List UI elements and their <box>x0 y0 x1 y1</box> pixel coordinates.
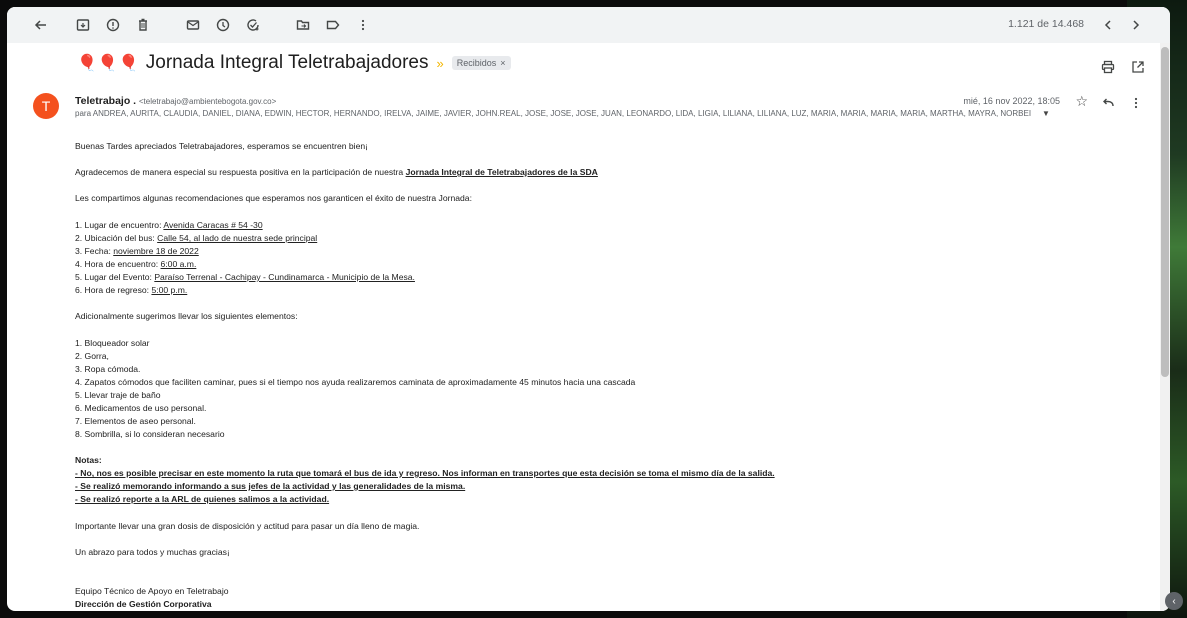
rec-label: 2. Ubicación del bus: <box>75 233 158 243</box>
list-item: 6. Medicamentos de uso personal. <box>75 403 207 413</box>
message-more-icon[interactable] <box>1126 93 1146 113</box>
sender-avatar[interactable]: T <box>33 93 59 119</box>
farewell-text: Un abrazo para todos y muchas gracias¡ <box>75 547 230 557</box>
rec-item: 3. Fecha: noviembre 18 de 2022 <box>75 246 199 256</box>
signature-department: Dirección de Gestión Corporativa <box>75 599 212 609</box>
move-to-icon[interactable] <box>293 15 313 35</box>
rec-label: 5. Lugar del Evento: <box>75 272 155 282</box>
balloons-emoji: 🎈🎈🎈 <box>77 55 140 72</box>
side-panel-toggle-icon[interactable]: ‹ <box>1165 592 1183 610</box>
list-item: 2. Gorra, <box>75 351 109 361</box>
items-intro-text: Adicionalmente sugerimos llevar los sigu… <box>75 311 298 321</box>
rec-item: 6. Hora de regreso: 5:00 p.m. <box>75 285 187 295</box>
pagination-count: 1.121 de 14.468 <box>1008 18 1084 30</box>
rec-label: 3. Fecha: <box>75 246 114 256</box>
list-item: 3. Ropa cómoda. <box>75 364 141 374</box>
open-in-new-window-icon[interactable] <box>1128 57 1148 77</box>
rec-value: noviembre 18 de 2022 <box>113 246 199 256</box>
subject-title: Jornada Integral Teletrabajadores <box>145 52 429 73</box>
mark-unread-icon[interactable] <box>183 15 203 35</box>
next-message-icon[interactable] <box>1126 15 1146 35</box>
recs-intro-text: Les compartimos algunas recomendaciones … <box>75 193 472 203</box>
rec-label: 6. Hora de regreso: <box>75 285 152 295</box>
remove-label-icon[interactable]: × <box>500 58 505 68</box>
notes-title: Notas: <box>75 455 102 465</box>
scrollbar-thumb[interactable] <box>1161 47 1169 377</box>
note-item: - Se realizó reporte a la ARL de quienes… <box>75 494 330 504</box>
sender-name[interactable]: Teletrabajo . <box>75 95 136 107</box>
label-chip-text: Recibidos <box>456 58 497 68</box>
reply-icon[interactable] <box>1098 93 1118 113</box>
labels-icon[interactable] <box>323 15 343 35</box>
message-date: mié, 16 nov 2022, 18:05 <box>963 96 1060 106</box>
archive-icon[interactable] <box>73 15 93 35</box>
more-vert-icon[interactable] <box>353 15 373 35</box>
rec-value: Paraíso Terrenal - Cachipay - Cundinamar… <box>154 272 415 282</box>
rec-label: 4. Hora de encuentro: <box>75 259 161 269</box>
report-spam-icon[interactable] <box>103 15 123 35</box>
rec-item: 4. Hora de encuentro: 6:00 a.m. <box>75 259 196 269</box>
label-chip-recibidos[interactable]: Recibidos × <box>451 56 511 70</box>
subject-row: 🎈🎈🎈 Jornada Integral Teletrabajadores » … <box>77 52 511 74</box>
importance-marker-icon[interactable]: » <box>437 56 444 71</box>
important-text: Importante llevar una gran dosis de disp… <box>75 521 420 531</box>
event-name-link: Jornada Integral de Teletrabajadores de … <box>405 167 598 177</box>
recipients-list: para ANDREA, AURITA, CLAUDIA, DANIEL, DI… <box>75 109 1032 118</box>
list-item: 1. Bloqueador solar <box>75 338 150 348</box>
thanks-text: Agradecemos de manera especial su respue… <box>75 167 406 177</box>
show-details-caret-icon[interactable]: ▼ <box>1042 109 1050 118</box>
rec-value: 5:00 p.m. <box>151 285 188 295</box>
rec-value: Avenida Caracas # 54 -30 <box>163 220 263 230</box>
signature-team: Equipo Técnico de Apoyo en Teletrabajo <box>75 586 229 596</box>
rec-item: 2. Ubicación del bus: Calle 54, al lado … <box>75 233 317 243</box>
list-item: 5. Llevar traje de baño <box>75 390 161 400</box>
sender-info: Teletrabajo . <teletrabajo@ambientebogot… <box>75 95 276 107</box>
rec-label: 1. Lugar de encuentro: <box>75 220 164 230</box>
sender-email: <teletrabajo@ambientebogota.gov.co> <box>138 97 277 106</box>
back-arrow-icon[interactable] <box>31 15 51 35</box>
rec-item: 5. Lugar del Evento: Paraíso Terrenal - … <box>75 272 415 282</box>
prev-message-icon[interactable] <box>1098 15 1118 35</box>
greeting-text: Buenas Tardes apreciados Teletrabajadore… <box>75 141 369 151</box>
add-task-icon[interactable] <box>243 15 263 35</box>
note-item: - Se realizó memorando informando a sus … <box>75 481 466 491</box>
gmail-message-view: 1.121 de 14.468 🎈🎈🎈 Jornada Integral Tel… <box>7 7 1170 611</box>
message-toolbar: 1.121 de 14.468 <box>7 7 1170 43</box>
list-item: 4. Zapatos cómodos que faciliten caminar… <box>75 377 636 387</box>
print-icon[interactable] <box>1098 57 1118 77</box>
list-item: 8. Sombrilla, si lo consideran necesario <box>75 429 225 439</box>
note-item: - No, nos es posible precisar en este mo… <box>75 468 775 478</box>
thanks-paragraph: Agradecemos de manera especial su respue… <box>75 167 598 177</box>
rec-value: Calle 54, al lado de nuestra sede princi… <box>157 233 318 243</box>
list-item: 7. Elementos de aseo personal. <box>75 416 196 426</box>
snooze-icon[interactable] <box>213 15 233 35</box>
rec-item: 1. Lugar de encuentro: Avenida Caracas #… <box>75 220 263 230</box>
star-icon[interactable]: ☆ <box>1075 93 1088 110</box>
delete-icon[interactable] <box>133 15 153 35</box>
rec-value: 6:00 a.m. <box>160 259 197 269</box>
